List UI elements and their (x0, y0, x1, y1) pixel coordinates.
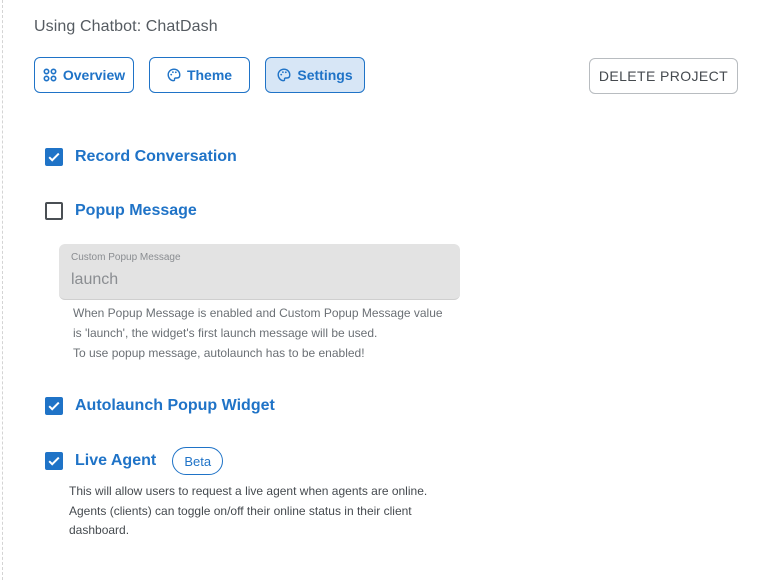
left-divider (2, 0, 3, 580)
theme-button[interactable]: Theme (149, 57, 250, 93)
theme-label: Theme (186, 67, 233, 83)
popup-helper-text: When Popup Message is enabled and Custom… (73, 303, 453, 363)
check-icon (48, 152, 60, 162)
delete-project-button[interactable]: DELETE PROJECT (589, 58, 738, 94)
live-agent-label[interactable]: Live Agent (75, 452, 156, 470)
popup-message-row: Popup Message (45, 202, 197, 220)
check-icon (48, 456, 60, 466)
record-conversation-label[interactable]: Record Conversation (75, 148, 237, 166)
settings-button[interactable]: Settings (265, 57, 365, 93)
beta-badge: Beta (172, 447, 224, 475)
popup-message-checkbox[interactable] (45, 202, 63, 220)
popup-message-label[interactable]: Popup Message (75, 202, 197, 220)
popup-helper-line: When Popup Message is enabled and Custom… (73, 306, 443, 340)
custom-popup-message-field[interactable]: Custom Popup Message launch (59, 244, 460, 300)
page-title: Using Chatbot: ChatDash (34, 18, 218, 35)
custom-popup-message-input[interactable]: launch (71, 271, 118, 289)
overview-label: Overview (62, 67, 126, 83)
settings-label: Settings (297, 67, 353, 83)
autolaunch-checkbox[interactable] (45, 397, 63, 415)
live-agent-row: Live Agent Beta (45, 446, 224, 476)
overview-button[interactable]: Overview (34, 57, 134, 93)
grid-icon (43, 68, 57, 82)
settings-page: Using Chatbot: ChatDash Overview Theme S… (0, 0, 784, 580)
record-conversation-row: Record Conversation (45, 148, 237, 166)
record-conversation-checkbox[interactable] (45, 148, 63, 166)
popup-helper-note: To use popup message, autolaunch has to … (73, 346, 365, 360)
custom-popup-message-label: Custom Popup Message (71, 252, 181, 263)
autolaunch-label[interactable]: Autolaunch Popup Widget (75, 397, 275, 415)
autolaunch-row: Autolaunch Popup Widget (45, 397, 275, 415)
live-agent-checkbox[interactable] (45, 452, 63, 470)
palette-icon (167, 68, 181, 82)
live-agent-description: This will allow users to request a live … (69, 484, 428, 537)
palette-icon (277, 68, 291, 82)
check-icon (48, 401, 60, 411)
